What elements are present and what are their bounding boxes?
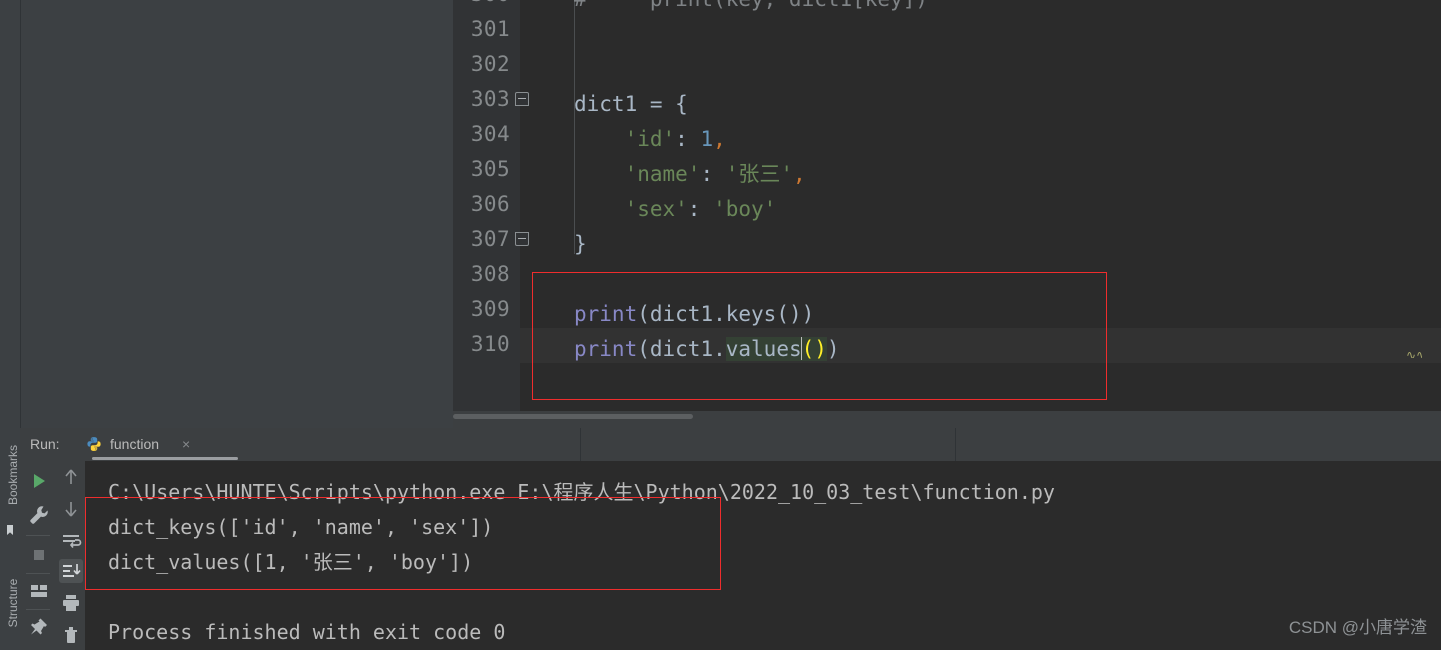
brace-token: } <box>574 232 587 256</box>
print-icon[interactable] <box>59 591 83 615</box>
run-tool-window: Bookmarks Structure Run: function × C:\U… <box>0 428 1441 650</box>
highlighted-method-token: values <box>725 337 802 361</box>
ide-editor-area: 300 301 302 303 304 305 306 307 308 309 … <box>0 0 1441 428</box>
comma-token: , <box>713 127 726 151</box>
left-tool-panel <box>0 0 453 428</box>
line-number: 309 <box>470 297 510 321</box>
scroll-to-end-icon[interactable] <box>59 559 83 583</box>
code-line-305: 'name': '张三', <box>574 157 806 192</box>
line-number: 300 <box>450 0 510 6</box>
editor-bottom-bar <box>453 411 1441 428</box>
matched-parens-token: () <box>801 337 827 361</box>
code-line-300: # print(key, dict1[key]) <box>574 0 928 17</box>
run-tab-label: function <box>110 436 160 452</box>
wrench-icon[interactable] <box>27 503 51 527</box>
run-tab-underline <box>92 457 238 460</box>
stop-icon[interactable] <box>27 543 51 567</box>
pin-icon[interactable] <box>27 616 51 640</box>
arrow-up-icon[interactable] <box>59 465 83 489</box>
editor-horizontal-scrollbar[interactable] <box>453 414 693 419</box>
python-icon <box>87 437 101 451</box>
variable-token: dict1 <box>574 92 638 116</box>
rerun-icon[interactable] <box>27 469 51 493</box>
close-icon[interactable]: × <box>182 436 190 452</box>
header-divider <box>955 428 956 461</box>
console-line-command: C:\Users\HUNTE\Scripts\python.exe E:\程序人… <box>108 480 1055 504</box>
paren-token: ) <box>826 337 840 361</box>
number-token: 1 <box>700 127 714 151</box>
method-token: keys <box>725 302 777 326</box>
arrow-down-icon[interactable] <box>59 497 83 521</box>
layout-icon[interactable] <box>27 579 51 603</box>
line-number: 304 <box>470 122 510 146</box>
line-number: 303 <box>470 87 510 111</box>
string-token: 'boy' <box>713 197 777 221</box>
left-tool-stripe: Bookmarks Structure <box>0 428 20 650</box>
operator-token: = <box>637 92 676 116</box>
brace-token: { <box>675 92 688 116</box>
soft-wrap-icon[interactable] <box>59 529 83 553</box>
code-line-307: } <box>574 227 587 262</box>
bookmarks-label[interactable]: Bookmarks <box>6 438 20 512</box>
string-token: 'name' <box>624 162 701 186</box>
object-token: dict1 <box>649 337 714 361</box>
function-token: print <box>574 302 638 326</box>
line-number: 305 <box>470 157 510 181</box>
comment-token: # print(key, dict1[key]) <box>574 0 928 11</box>
code-editor[interactable]: 300 301 302 303 304 305 306 307 308 309 … <box>453 0 1441 428</box>
console-line-dict-values: dict_values([1, '张三', 'boy']) <box>108 550 474 574</box>
function-token: print <box>574 337 638 361</box>
console-line-dict-keys: dict_keys(['id', 'name', 'sex']) <box>108 515 494 539</box>
line-number: 310 <box>470 332 510 356</box>
toolbar-separator <box>26 609 50 610</box>
code-line-306: 'sex': 'boy' <box>574 192 777 227</box>
paren-token: ) <box>801 302 815 326</box>
run-toolbar-primary <box>20 461 57 650</box>
object-token: dict1 <box>649 302 714 326</box>
code-line-310: print(dict1.values()) <box>574 332 840 367</box>
line-number: 307 <box>470 227 510 251</box>
run-window-header: Run: function × <box>20 428 1441 461</box>
console-line-exit: Process finished with exit code 0 <box>108 620 506 644</box>
panel-divider <box>20 0 21 428</box>
code-line-309: print(dict1.keys()) <box>574 297 814 332</box>
string-token: 'sex' <box>624 197 688 221</box>
paren-token: ( <box>637 337 650 361</box>
paren-token: ( <box>637 302 650 326</box>
colon-token: : <box>687 197 714 221</box>
call-parens-token: () <box>776 302 802 326</box>
watermark-text: CSDN @小唐学渣 <box>1288 618 1427 637</box>
line-number: 308 <box>470 262 510 286</box>
toolbar-separator <box>26 573 50 574</box>
header-divider <box>580 428 581 461</box>
colon-token: : <box>700 162 726 186</box>
bookmark-icon[interactable] <box>4 524 16 536</box>
error-squiggle: ∿∿ <box>1406 352 1422 358</box>
string-token: 'id' <box>624 127 676 151</box>
line-number: 306 <box>470 192 510 216</box>
string-token: '张三' <box>725 162 794 186</box>
trash-icon[interactable] <box>59 623 83 647</box>
code-line-303: dict1 = { <box>574 87 688 122</box>
code-text-layer[interactable]: # print(key, dict1[key]) dict1 = { 'id':… <box>520 0 1441 411</box>
code-line-304: 'id': 1, <box>574 122 726 157</box>
dot-token: . <box>713 337 726 361</box>
comma-token: , <box>793 162 806 186</box>
run-title-label: Run: <box>30 436 60 452</box>
line-number: 302 <box>470 52 510 76</box>
dot-token: . <box>713 302 726 326</box>
toolbar-separator <box>26 535 50 536</box>
run-console-output[interactable]: C:\Users\HUNTE\Scripts\python.exe E:\程序人… <box>85 461 1441 650</box>
run-toolbar-secondary <box>57 461 85 650</box>
line-number: 301 <box>470 17 510 41</box>
editor-gutter[interactable]: 300 301 302 303 304 305 306 307 308 309 … <box>453 0 520 411</box>
structure-label[interactable]: Structure <box>6 566 20 640</box>
colon-token: : <box>675 127 701 151</box>
